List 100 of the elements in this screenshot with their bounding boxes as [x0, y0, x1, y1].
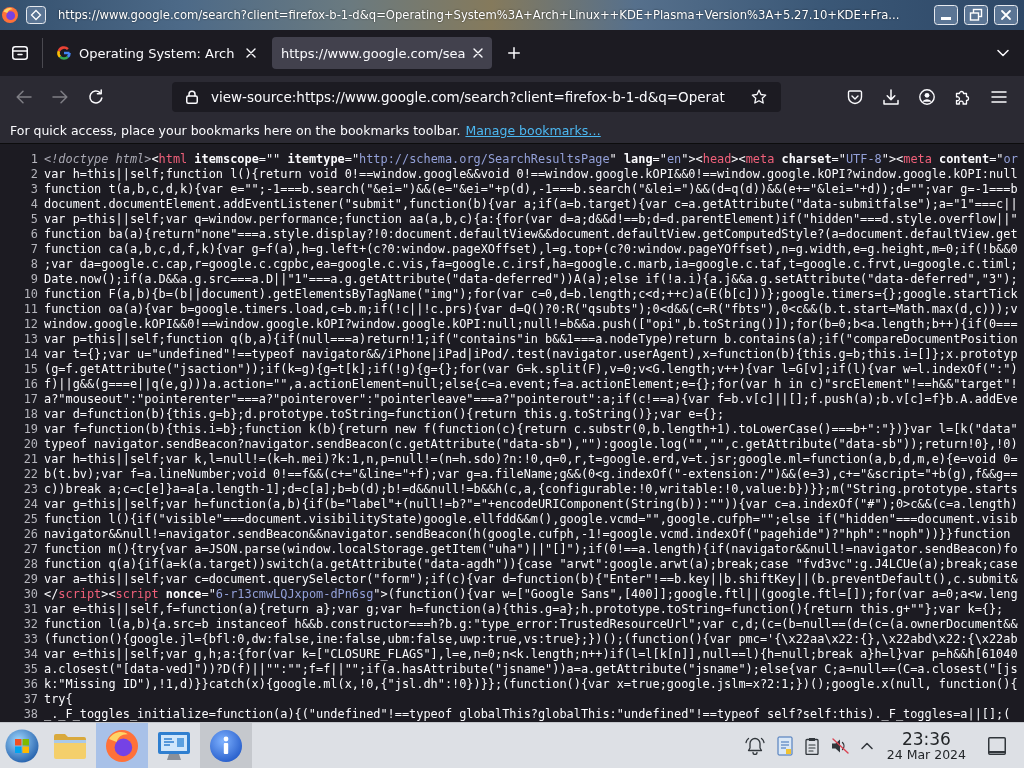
line-number: 16	[23, 377, 38, 392]
code-line: (g=f.getAttribute("jsaction"));if(k=g){g=t[k];if(!g){g={};for(var G=k.split(F),v=0;v<G.length;v++){var l=G[v];if(l){var w=l.indexOf(":")	[44, 362, 1019, 377]
line-number: 11	[23, 302, 38, 317]
code-line: window.google.kOPI&&0!==window.google.kOPI?window.google.kOPI:null;null!=b&&a.push(["opi",b.toString()]);for(b=0;b<a.length;b++){if(0===	[44, 317, 1019, 332]
archive-box-icon[interactable]	[12, 46, 28, 60]
code-line: function l(a,b){a.src=b instanceof h&&b.constructor===h?b.g:"type_error:TrustedResourceUrl";var c,d;(c=(b=null==(d=(c=(a.ownerDocument&&	[44, 617, 1019, 632]
code-line: _._F_toggles_initialize=function(a){("undefined"!==typeof globalThis?globalThis:"undefined"!==typeof self?self:this)._F_toggles=a||[];(	[44, 707, 1012, 722]
code-line: var h=this||self;var k,l=null!=(k=h.mei)?k:1,n,p=null!=(n=h.sdo)?n:!0,q=0,r,t=google.erd,v=t.jsr;google.ml=function(a,b,d,m,e){e=void 0=	[44, 452, 1019, 467]
reload-icon[interactable]	[88, 89, 104, 105]
show-desktop-icon[interactable]	[988, 736, 1006, 755]
code-line: function oa(a){var b=google.timers.load,c=b.m;if(!c||!c.prs){var d=Q()?0:R("qsubts");0<d&&(c=R("fbts"),0<c&&(b.t.start=Math.max(d,c)));v	[44, 302, 1019, 317]
line-number: 34	[23, 647, 38, 662]
code-line: function l(){if("visible"===document.visibilityState)google.ellfdd&&m(),google.vcmd="",google.cufph="";else if("hidden"===document.visib	[44, 512, 1019, 527]
account-icon[interactable]	[919, 89, 935, 105]
line-number: 37	[23, 692, 38, 707]
code-line: function m(){try{var a=JSON.parse(window.localStorage.getItem("uha")||"[]");if(0!==a.length){if(navigator&&null!=navigator.sendBeacon)fo	[44, 542, 1019, 557]
line-number: 1	[30, 152, 38, 167]
bookmarks-hint: For quick access, place your bookmarks here on the bookmarks toolbar.	[10, 123, 461, 138]
line-number: 21	[23, 452, 38, 467]
line-number: 5	[30, 212, 38, 227]
chevron-down-icon[interactable]	[997, 49, 1009, 57]
line-number: 24	[23, 497, 38, 512]
code-line: var h=this||self;function l(){return void 0!==window.google&&void 0!==window.google.kOPI&&0!==window.google.kOPI?window.google.kOPI:null	[44, 167, 1019, 182]
code-line: typeof navigator.sendBeacon?navigator.sendBeacon(c.getAttribute("data-sb"),""):google.log("","",c.getAttribute("data-sb"));return!0},!0)	[44, 437, 1019, 452]
line-number: 25	[23, 512, 38, 527]
line-number: 22	[23, 467, 38, 482]
clipboard-icon[interactable]	[804, 736, 819, 755]
code-line: function q(a){if(a=k(a.target))switch(a.getAttribute("data-agdh")){case "arwt":google.arwt(a);break;case "fvd3vc":g.J4LCUe(a);break;case	[44, 557, 1019, 572]
chevron-up-icon[interactable]	[860, 741, 873, 750]
code-line: f)||g&&(g===e||q(e,g)))a.action="",a.actionElement=null;else{c=a.event;f=a.actionElement;e={};for(var h in c)"srcElement"!==h&&"target"!	[44, 377, 1019, 392]
code-line: var f=function(b){this.i=b};function k(b){return new f(function(c){return c.substr(0,b.length+1).toLowerCase()===b+":"})}var l=[k("data"	[44, 422, 1019, 437]
folder-icon	[53, 731, 87, 760]
line-number: 19	[23, 422, 38, 437]
menu-icon[interactable]	[991, 91, 1007, 103]
window-title: https://www.google.com/search?client=firefox-b-1-d&q=Operating+System%3A+Arch+Linux++KDE+Plasma+Version%3A+5.27.10+KDE+Fra...	[58, 8, 900, 22]
lock-icon	[186, 90, 198, 104]
code-line: function F(a,b){b=(b||document).getElementsByTagName("img");for(var c=0,d=b.length;c<d;++c)a(E(b[c]))};google.timers={};google.startTick	[44, 287, 1019, 302]
code-line: </script><script nonce="6-r13cmwLQJxpom-dPn6sg">(function(){var w=["Google Sans",[400]];google.ftl||(google.ftl=[]);for(var a=0;a<w.leng	[44, 587, 1019, 602]
code-line: Date.now();if(a.D&&a.g.src===a.D||"1"===a.g.getAttribute("data-deferred"))A(a);else if(!a.i){a.j&&a.g.setAttribute("data-deferred","3");	[44, 272, 1019, 287]
clock-time[interactable]: 23:36	[901, 729, 951, 748]
line-number: 12	[23, 317, 38, 332]
speaker-muted-icon[interactable]	[830, 737, 849, 754]
download-icon[interactable]	[883, 89, 899, 105]
line-number: 35	[23, 662, 38, 677]
line-number: 6	[30, 227, 38, 242]
code-line: var p=this||self;function q(b,a){if(null===a)return!1;if("contains"in b&&1===a.nodeType)return b.contains(a);if("compareDocumentPosition	[44, 332, 1019, 347]
code-line: function t(a,b,c,d,k){var e="";-1===b.search("&ei=")&&(e="&ei="+p(d),-1===b.search("&lei=")&&(d=q(d))&&(e+="&lei="+d));d="";var g=-1===b	[44, 182, 1019, 197]
line-number: 14	[23, 347, 38, 362]
line-number: 18	[23, 407, 38, 422]
code-line: var g=this||self;var h=function(a,b){if(b="label"+(null!=b?"="+encodeURIComponent(String(b)):"")){var c=a.indexOf("#");0>c&&(c=a.length)	[44, 497, 1019, 512]
address-field[interactable]: view-source:https://www.google.com/search?client=firefox-b-1-d&q=Operat	[172, 82, 781, 112]
code-line: document.documentElement.addEventListener("submit",function(b){var a;if(a=b.target){var c=a.getAttribute("data-submitfalse");a="1"===c||	[44, 197, 1019, 212]
line-number: 26	[23, 527, 38, 542]
line-number: 8	[30, 257, 38, 272]
code-line: var e=this||self,f=function(a){return a};var g;var h=function(a){this.g=a};h.prototype.toString=function(){return this.g+""};var k={};	[44, 602, 1005, 617]
bell-icon[interactable]	[744, 736, 765, 755]
line-number: 10	[23, 287, 38, 302]
orb-icon	[5, 728, 39, 763]
code-line: k:"Missing ID"),!1,d)}}catch(x){google.ml(x,!0,{"jsl.dh":!0})}};(function(){var x=true;google.jslm=x?2:1;})();google.x(null, function(){	[44, 677, 1019, 692]
star-icon[interactable]	[751, 89, 767, 105]
code-line: function ca(a,b,c,d,f,k){var g=f(a),h=g.left+(c?0:window.pageXOffset),l=g.top+(c?0:window.pageYOffset),n=g.width,e=g.height,m=0;if(!b&&0	[44, 242, 1019, 257]
puzzle-icon[interactable]	[955, 89, 971, 105]
plus-icon[interactable]	[508, 47, 520, 59]
line-number: 32	[23, 617, 38, 632]
line-number: 31	[23, 602, 38, 617]
shield-chevron-icon[interactable]	[847, 89, 863, 105]
code-line: try{	[44, 692, 74, 707]
line-number: 23	[23, 482, 38, 497]
line-number: 13	[23, 332, 38, 347]
line-number: 3	[30, 182, 38, 197]
line-number: 17	[23, 392, 38, 407]
code-line: var p=this||self;var q=window.performance;function aa(a,b,c){a:{for(var d=a;d&&d!==b;d=d.parentElement)if("hidden"===d.style.overflow||"	[44, 212, 1019, 227]
taskbar-button[interactable]	[96, 723, 148, 768]
taskbar-button[interactable]	[200, 723, 252, 768]
line-number: 28	[23, 557, 38, 572]
browser-icon	[2, 7, 18, 23]
code-line: ;var da=google.c.cap,r=google.c.cgpbc,ea=google.c.vis,fa=google.c.irsf,ha=google.c.marb,ia=google.c.taf,t=google.c.frvt,u=google.c.timl;	[44, 257, 1019, 272]
minimize-icon[interactable]	[934, 5, 958, 25]
tab[interactable]: https://www.google.com/sea	[272, 37, 492, 69]
line-number: 4	[30, 197, 38, 212]
code-line: function ba(a){return"none"===a.style.display?!0:document.defaultView&&document.defaultView.getComputedStyle?(a=document.defaultView.get	[44, 227, 1019, 242]
code-line: var a=this||self;var c=document.querySelector("form");if(c){var d=function(b){"Enter"!==b.key||b.shiftKey||(b.preventDefault(),c.submit&	[44, 572, 1019, 587]
code-line: var d=function(b){this.g=b};d.prototype.toString=function(){return this.g.toString()};var e={};	[44, 407, 726, 422]
code-line: (function(){google.jl={bfl:0,dw:false,ine:false,ubm:false,uwp:true,vs:true};})();(function(){var pmc='{\x22aa\x22:{},\x22abd\x22:{\x22ab	[44, 632, 1019, 647]
line-number: 33	[23, 632, 38, 647]
code-line: a.closest("[data-ved]"))?D(f)||"":"";f=f||"";if(a.hasAttribute("jsname"))a=a.getAttribute("jsname");else{var C;a=null==(C=a.closest("[js	[44, 662, 1019, 677]
manage-bookmarks-link[interactable]: Manage bookmarks…	[465, 123, 601, 138]
line-number: 15	[23, 362, 38, 377]
tab[interactable]: Operating System: Arch	[45, 37, 265, 69]
line-number: 2	[30, 167, 38, 182]
info-icon	[210, 729, 242, 762]
clock-date[interactable]: 24 Mar 2024	[886, 747, 966, 762]
line-number: 9	[30, 272, 38, 287]
line-number: 27	[23, 542, 38, 557]
monitor-icon	[157, 730, 191, 761]
code-line: c))break a;c=c[e]}a=a[a.length-1];d=c[a];b=b(d);b!=d&&null!=b&&h(c,a,{configurable:!0,writable:!0,value:b})}};m("String.prototype.starts	[44, 482, 1019, 497]
line-number: 30	[23, 587, 38, 602]
browser-icon	[106, 729, 138, 762]
code-line: a?"mouseout":"pointerenter"===a?"pointerover":"pointerleave"===a?"pointerout":a;if(c!==a){var f=b.v[c]||[];f.push(a);b.v[c]=f}b.A.addEve	[44, 392, 1019, 407]
maximize-icon[interactable]	[964, 5, 988, 25]
